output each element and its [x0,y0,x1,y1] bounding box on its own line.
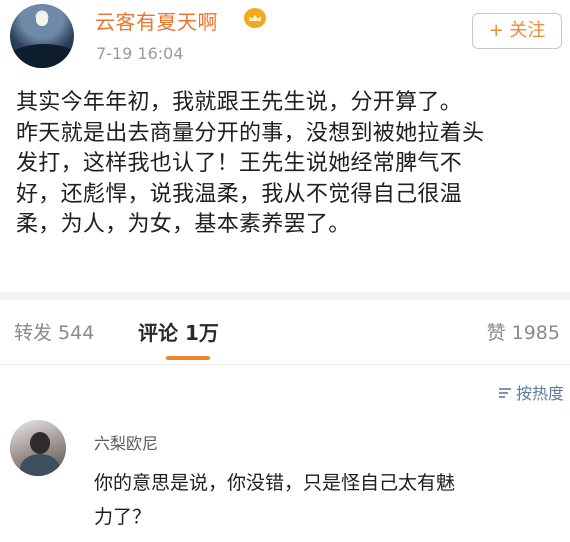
stats-bar: 转发 544 评论 1万 赞 1985 [0,300,570,364]
active-tab-indicator [166,356,210,360]
avatar-shoulder [20,454,60,476]
post-timestamp: 7-19 16:04 [96,44,184,63]
post-body: 其实今年年初，我就跟王先生说，分开算了。 昨天就是出去商量分开的事，没想到被她拉… [16,90,485,237]
avatar-moon [36,14,48,26]
repost-tab[interactable]: 转发 544 [14,318,94,345]
sort-label: 按热度 [515,384,564,403]
crown-icon [244,8,266,28]
follow-button[interactable]: + 关注 [472,13,562,49]
section-divider [0,292,570,300]
author-avatar[interactable] [10,4,74,68]
commenter-name[interactable]: 六梨欧尼 [94,430,158,454]
avatar-hill [10,44,74,68]
stats-divider [0,364,570,365]
sort-by-hot-button[interactable]: 按热度 [498,380,564,404]
like-tab[interactable]: 赞 1985 [487,318,560,345]
author-name[interactable]: 云客有夏天啊 [95,6,218,35]
post-header: 云客有夏天啊 7-19 16:04 + 关注 [0,0,570,78]
sort-icon [498,388,511,398]
commenter-avatar[interactable] [10,420,66,476]
comment-tab[interactable]: 评论 1万 [138,317,219,346]
comment-text: 你的意思是说，你没错，只是怪自己太有魅 力了？ [94,472,456,528]
avatar-head [30,432,50,454]
